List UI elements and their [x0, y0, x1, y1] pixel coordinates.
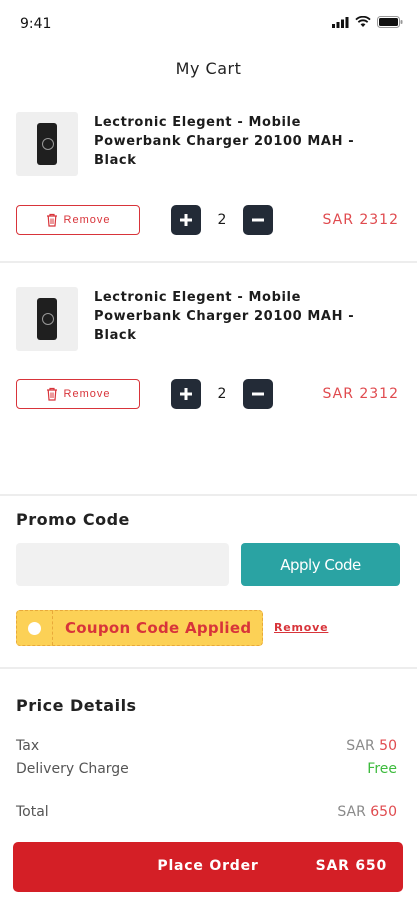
remove-label: Remove: [63, 388, 111, 400]
signal-icon: [332, 16, 349, 28]
promo-code-input[interactable]: [16, 543, 229, 586]
decrease-quantity-button[interactable]: [243, 205, 273, 235]
total-amount: 650: [370, 804, 397, 820]
divider: [0, 667, 417, 669]
product-image[interactable]: [16, 287, 78, 351]
powerbank-image: [37, 123, 57, 165]
delivery-charge-label: Delivery Charge: [16, 761, 129, 777]
decrease-quantity-button[interactable]: [243, 379, 273, 409]
apply-code-button[interactable]: Apply Code: [241, 543, 400, 586]
tax-value: SAR 50: [346, 738, 397, 754]
product-title[interactable]: Lectronic Elegent - Mobile Powerbank Cha…: [94, 288, 374, 345]
minus-icon: [252, 392, 264, 396]
product-image[interactable]: [16, 112, 78, 176]
remove-item-button[interactable]: Remove: [16, 205, 140, 235]
cart-item: Lectronic Elegent - Mobile Powerbank Cha…: [0, 88, 417, 263]
plus-icon: [180, 388, 192, 400]
product-title[interactable]: Lectronic Elegent - Mobile Powerbank Cha…: [94, 113, 374, 170]
trash-icon: [46, 387, 57, 401]
minus-icon: [252, 218, 264, 222]
remove-item-button[interactable]: Remove: [16, 379, 140, 409]
quantity-value: 2: [217, 212, 227, 228]
quantity-value: 2: [217, 386, 227, 402]
total-label: Total: [16, 804, 49, 820]
place-order-total: SAR 650: [315, 858, 387, 874]
status-icons: [332, 16, 403, 28]
wifi-icon: [355, 16, 371, 27]
remove-label: Remove: [63, 214, 111, 226]
coupon-applied-badge: Coupon Code Applied: [16, 610, 263, 646]
price-details-heading: Price Details: [16, 696, 137, 715]
coupon-circle-icon: [28, 621, 41, 635]
coupon-applied-text: Coupon Code Applied: [65, 619, 252, 637]
divider: [0, 494, 417, 496]
remove-coupon-link[interactable]: Remove: [274, 621, 328, 634]
item-price: SAR 2312: [322, 212, 399, 228]
total-currency: SAR: [337, 804, 366, 820]
cart-item: Lectronic Elegent - Mobile Powerbank Cha…: [0, 263, 417, 438]
tax-amount: 50: [379, 738, 397, 754]
place-order-button[interactable]: Place Order SAR 650: [13, 842, 403, 892]
promo-code-heading: Promo Code: [16, 510, 130, 529]
trash-icon: [46, 213, 57, 227]
increase-quantity-button[interactable]: [171, 379, 201, 409]
tax-label: Tax: [16, 738, 40, 754]
battery-icon: [377, 16, 403, 28]
delivery-charge-value: Free: [367, 761, 397, 777]
coupon-notch: [17, 611, 53, 645]
status-bar: 9:41: [0, 0, 417, 44]
plus-icon: [180, 214, 192, 226]
powerbank-image: [37, 298, 57, 340]
item-price: SAR 2312: [322, 386, 399, 402]
status-time: 9:41: [20, 16, 52, 32]
increase-quantity-button[interactable]: [171, 205, 201, 235]
total-value: SAR 650: [337, 804, 397, 820]
tax-currency: SAR: [346, 738, 375, 754]
page-title: My Cart: [175, 59, 242, 78]
